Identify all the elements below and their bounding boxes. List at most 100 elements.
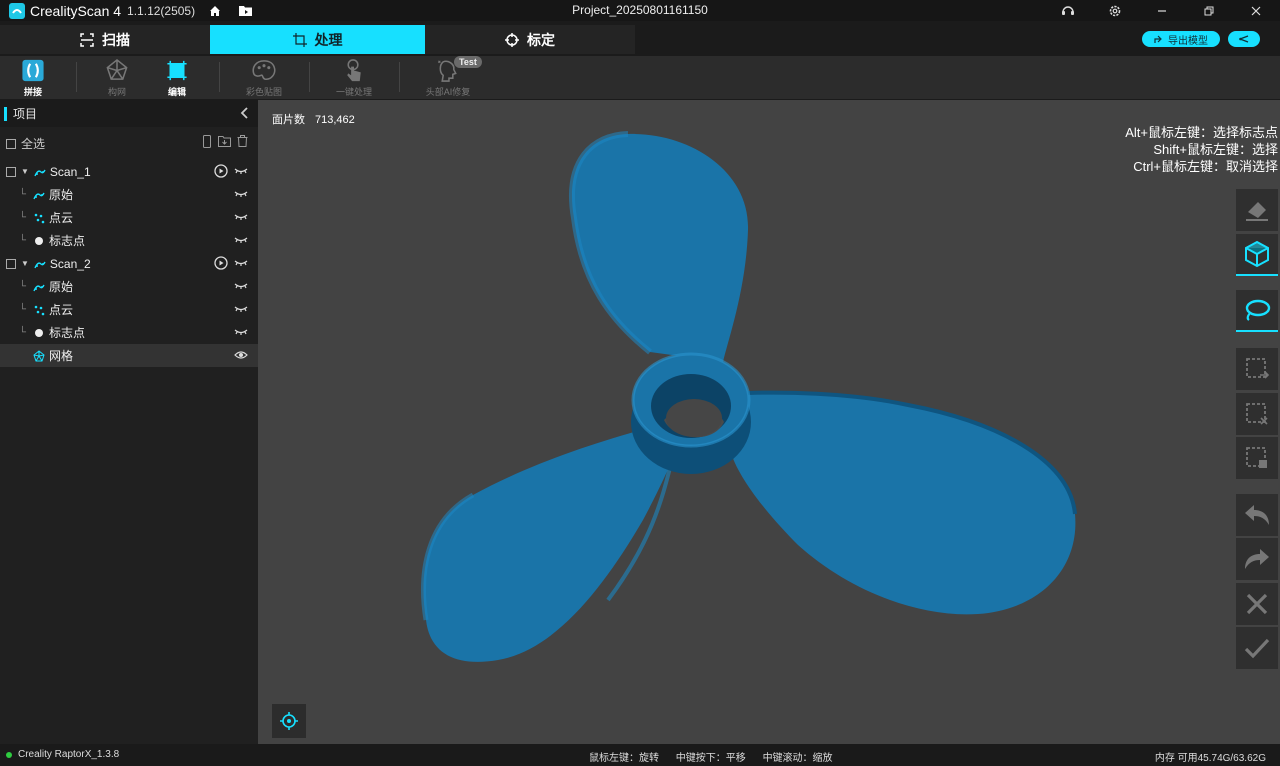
- stitch-icon: [22, 59, 44, 82]
- locate-icon: [280, 712, 298, 730]
- tab-scan[interactable]: 扫描: [0, 25, 210, 54]
- confirm-icon: [1244, 638, 1270, 659]
- tree-item-scan1[interactable]: ▼ Scan_1: [0, 160, 258, 183]
- engine-version: Creality RaptorX_1.3.8: [18, 749, 120, 760]
- visibility-hidden-icon[interactable]: [234, 303, 248, 317]
- tree-item-mesh[interactable]: 网格: [0, 344, 258, 367]
- cancel-button[interactable]: [1236, 583, 1278, 625]
- tree-item-scan2-pointcloud[interactable]: └ 点云: [0, 298, 258, 321]
- visibility-hidden-icon[interactable]: [234, 234, 248, 248]
- test-badge: Test: [454, 56, 482, 68]
- mouse-hints: 鼠标左键：旋转 中键按下：平移 中键滚动：缩放: [589, 749, 847, 764]
- restore-icon[interactable]: [1199, 1, 1219, 21]
- tree-item-scan2-raw[interactable]: └ 原始: [0, 275, 258, 298]
- project-panel: 项目 全选 ▼ Scan_1 └ 原始 └ 点云 └ 标志点 ▼ Scan_2 …: [0, 100, 258, 744]
- play-icon[interactable]: [214, 256, 228, 273]
- tool-one-click[interactable]: 一键处理: [319, 58, 389, 98]
- app-name: CrealityScan 4: [30, 2, 122, 19]
- title-bar: CrealityScan 4 1.1.12(2505) Project_2025…: [0, 0, 1280, 21]
- tool-mesh-build-label: 构网: [107, 87, 126, 97]
- folder-import-icon[interactable]: [218, 135, 231, 151]
- minimize-icon[interactable]: [1152, 1, 1172, 21]
- visibility-hidden-icon[interactable]: [234, 188, 248, 202]
- tab-calibrate[interactable]: 标定: [425, 25, 635, 54]
- eraser-icon: [1246, 202, 1268, 221]
- close-icon[interactable]: [1246, 1, 1266, 21]
- cancel-icon: [1246, 593, 1268, 615]
- one-click-icon: [347, 59, 361, 82]
- hint-line: Shift+鼠标左键：选择: [1153, 142, 1278, 157]
- tree-item-scan2[interactable]: ▼ Scan_2: [0, 252, 258, 275]
- cube-select-button[interactable]: [1236, 234, 1278, 276]
- eraser-tool-button[interactable]: [1236, 189, 1278, 231]
- scan2-checkbox[interactable]: [6, 258, 16, 269]
- face-count-value: 713,462: [315, 114, 355, 126]
- export-model-button[interactable]: 导出模型: [1142, 31, 1220, 47]
- scan-frame-icon: [80, 32, 94, 47]
- visibility-hidden-icon[interactable]: [234, 326, 248, 340]
- share-button[interactable]: [1228, 31, 1260, 47]
- lasso-select-button[interactable]: [1236, 290, 1278, 332]
- 3d-viewport[interactable]: 面片数 713,462 Alt+鼠标左键：选择标志点 Shift+鼠标左键：选择 …: [258, 100, 1280, 744]
- play-icon[interactable]: [214, 164, 228, 181]
- tab-process-label: 处理: [314, 31, 343, 48]
- tree-label: 网格: [49, 349, 74, 363]
- settings-gear-icon[interactable]: [1105, 1, 1125, 21]
- cube-icon: [1245, 240, 1269, 268]
- tool-color-texture-label: 彩色贴图: [245, 87, 282, 97]
- tab-scan-label: 扫描: [102, 31, 130, 48]
- mesh-build-icon: [106, 58, 128, 80]
- collapse-panel-icon[interactable]: [240, 107, 248, 122]
- confirm-button[interactable]: [1236, 627, 1278, 669]
- scan1-checkbox[interactable]: [6, 166, 16, 177]
- reset-view-button[interactable]: [272, 704, 306, 738]
- app-version: 1.1.12(2505): [127, 3, 196, 18]
- export-model-label: 导出模型: [1168, 35, 1208, 47]
- status-bar: Creality RaptorX_1.3.8 鼠标左键：旋转 中键按下：平移 中…: [0, 744, 1280, 766]
- tree-item-scan2-markers[interactable]: └ 标志点: [0, 321, 258, 344]
- trash-icon[interactable]: [237, 135, 248, 151]
- visibility-hidden-icon[interactable]: [234, 257, 248, 271]
- invert-selection-button[interactable]: [1236, 348, 1278, 390]
- tool-one-click-label: 一键处理: [335, 87, 372, 97]
- select-all-label: 全选: [21, 137, 46, 151]
- home-icon[interactable]: [205, 1, 225, 21]
- tree-item-scan1-raw[interactable]: └ 原始: [0, 183, 258, 206]
- expand-caret-icon[interactable]: ▼: [21, 167, 29, 176]
- visibility-hidden-icon[interactable]: [234, 211, 248, 225]
- redo-button[interactable]: [1236, 538, 1278, 580]
- propeller-model[interactable]: [258, 100, 1280, 744]
- hint-line: Ctrl+鼠标左键：取消选择: [1133, 159, 1278, 174]
- visibility-hidden-icon[interactable]: [234, 165, 248, 179]
- support-headset-icon[interactable]: [1058, 1, 1078, 21]
- target-icon: [505, 32, 519, 47]
- undo-button[interactable]: [1236, 494, 1278, 536]
- tree-label: 点云: [49, 303, 74, 317]
- tree-item-scan1-markers[interactable]: └ 标志点: [0, 229, 258, 252]
- marker-point-icon: [32, 326, 46, 340]
- tool-color-texture[interactable]: 彩色贴图: [229, 58, 299, 98]
- tab-process[interactable]: 处理: [210, 25, 425, 54]
- project-title: Project_20250801161150: [572, 3, 708, 17]
- selection-hints: Alt+鼠标左键：选择标志点 Shift+鼠标左键：选择 Ctrl+鼠标左键：取…: [1125, 124, 1278, 175]
- panel-title: 项目: [13, 107, 38, 121]
- clear-selection-button[interactable]: [1236, 393, 1278, 435]
- folder-icon[interactable]: [235, 1, 255, 21]
- scan-group-icon: [33, 165, 47, 179]
- tool-stitch[interactable]: 拼接: [0, 58, 68, 98]
- invert-selection-icon: [1246, 358, 1270, 379]
- edit-icon: [167, 60, 187, 81]
- tree-item-scan1-pointcloud[interactable]: └ 点云: [0, 206, 258, 229]
- device-icon[interactable]: [202, 135, 212, 151]
- expand-caret-icon[interactable]: ▼: [21, 259, 29, 268]
- share-icon: [1239, 35, 1249, 43]
- tool-edit[interactable]: 编辑: [142, 58, 212, 98]
- delete-selection-button[interactable]: [1236, 437, 1278, 479]
- lasso-icon: [1245, 299, 1271, 321]
- face-count: 面片数 713,462: [272, 111, 355, 127]
- visibility-visible-icon[interactable]: [234, 349, 248, 363]
- visibility-hidden-icon[interactable]: [234, 280, 248, 294]
- select-all-checkbox[interactable]: [6, 138, 16, 149]
- scan-group-icon: [33, 257, 47, 271]
- engine-status-dot: [6, 752, 12, 758]
